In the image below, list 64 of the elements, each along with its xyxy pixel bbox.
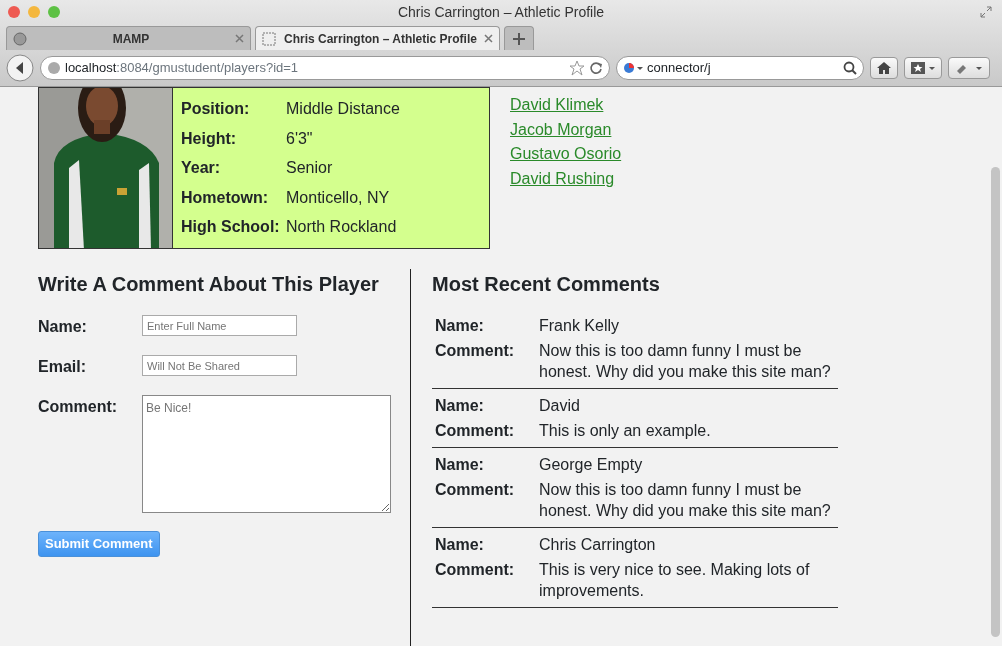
comment-label: Comment:	[435, 421, 516, 441]
name-input[interactable]: Enter Full Name	[142, 315, 297, 336]
address-bar[interactable]: localhost:8084/gmustudent/players?id=1	[40, 56, 610, 80]
section-heading: Write A Comment About This Player	[38, 272, 380, 297]
extension-button[interactable]	[948, 57, 990, 79]
bookmarks-button[interactable]	[904, 57, 942, 79]
new-tab-button[interactable]	[504, 26, 534, 50]
section-heading: Most Recent Comments	[432, 272, 661, 297]
field-value: Senior	[286, 158, 333, 179]
comment-text: This is only an example.	[539, 421, 712, 441]
close-icon[interactable]	[235, 34, 244, 43]
plus-icon	[513, 32, 525, 45]
submit-button[interactable]: Submit Comment	[38, 531, 160, 557]
comment-label: Name:	[435, 455, 485, 475]
field-value: 6'3"	[286, 128, 313, 149]
field-value: Monticello, NY	[286, 187, 390, 208]
comment-text: Now this is too damn funny I must be honest. Why did you make this site man?	[539, 480, 832, 521]
commenter-name: Frank Kelly	[539, 316, 620, 336]
house-icon	[876, 61, 892, 75]
email-input[interactable]: Will Not Be Shared	[142, 355, 297, 376]
player-link[interactable]: Gustavo Osorio	[510, 142, 622, 168]
form-label: Comment:	[38, 397, 119, 417]
form-label: Name:	[38, 317, 88, 337]
field-label: Position:	[181, 99, 251, 120]
scrollbar[interactable]	[991, 167, 1000, 637]
commenter-name: George Empty	[539, 455, 643, 475]
comment-label: Comment:	[435, 480, 516, 500]
comment-label: Comment:	[435, 341, 516, 361]
star-icon[interactable]	[569, 60, 585, 76]
field-label: Year:	[181, 158, 222, 179]
resize-icon	[980, 6, 992, 18]
reload-icon[interactable]	[589, 61, 603, 75]
search-icon[interactable]	[843, 61, 857, 75]
search-text: connector/j	[647, 59, 712, 78]
page-icon	[262, 31, 276, 46]
commenter-name: David	[539, 396, 580, 416]
browser-tab[interactable]: Chris Carrington – Athletic Profile	[255, 26, 500, 50]
field-value: Middle Distance	[286, 99, 400, 120]
comment-label: Name:	[435, 535, 485, 555]
home-button[interactable]	[870, 57, 898, 79]
star-box-icon	[910, 61, 936, 75]
form-label: Email:	[38, 357, 87, 377]
field-label: High School:	[181, 217, 281, 238]
commenter-name: Chris Carrington	[539, 535, 656, 555]
comment-label: Comment:	[435, 560, 516, 580]
comment-text: Now this is too damn funny I must be honest. Why did you make this site man?	[539, 341, 832, 382]
window-title: Chris Carrington – Athletic Profile	[397, 2, 605, 22]
comment-textarea[interactable]: Be Nice!	[142, 395, 391, 513]
player-link[interactable]: David Klimek	[510, 93, 604, 118]
back-icon[interactable]	[6, 54, 34, 82]
comment-label: Name:	[435, 316, 485, 336]
field-label: Hometown:	[181, 187, 270, 208]
comment-text: This is very nice to see. Making lots of improvements.	[539, 560, 811, 601]
close-button[interactable]	[8, 6, 20, 18]
field-value: North Rockland	[286, 217, 397, 238]
field-label: Height:	[181, 128, 238, 149]
url-text: localhost:8084/gmustudent/players?id=1	[65, 59, 300, 78]
comment-label: Name:	[435, 396, 485, 416]
search-engine-icon	[623, 61, 643, 75]
browser-tab[interactable]: MAMP	[6, 26, 251, 50]
player-link[interactable]: David Rushing	[510, 167, 615, 192]
player-link[interactable]: Jacob Morgan	[510, 117, 612, 143]
close-icon[interactable]	[484, 34, 493, 43]
search-field[interactable]: connector/j	[616, 56, 864, 80]
